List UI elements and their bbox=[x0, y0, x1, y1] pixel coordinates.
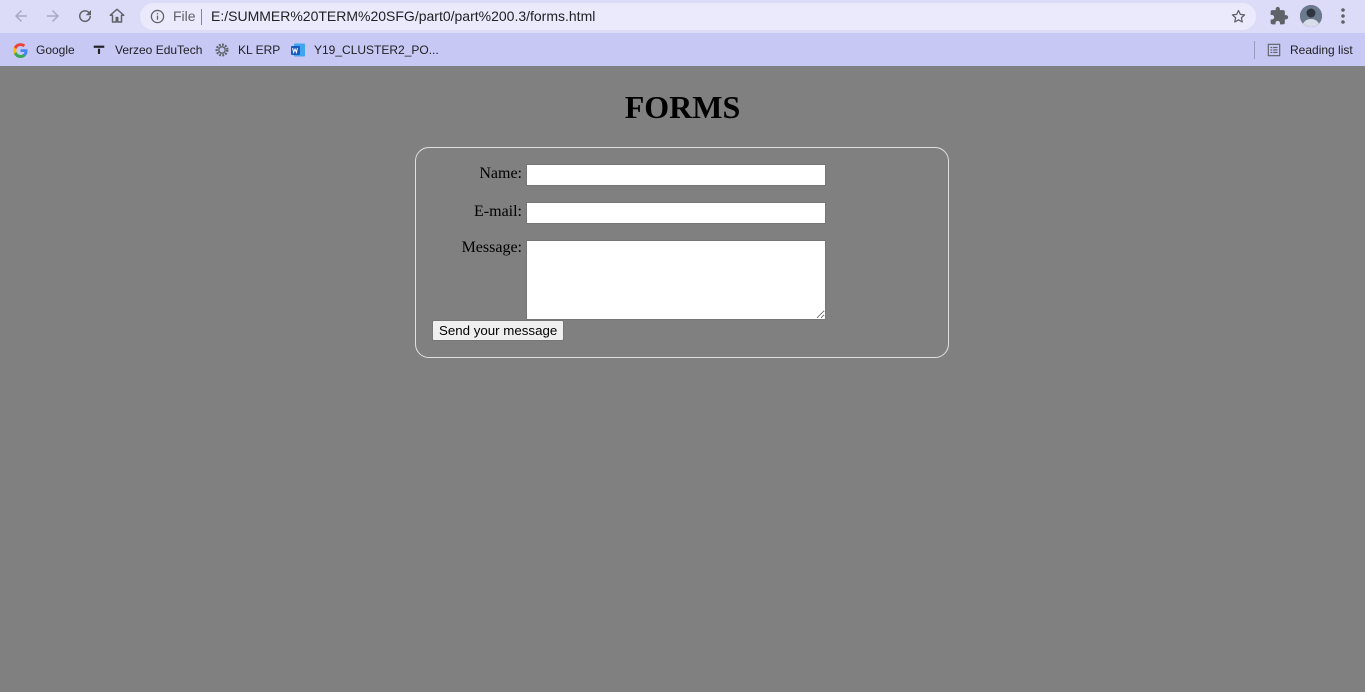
bookmark-google[interactable]: Google bbox=[12, 40, 75, 60]
back-button[interactable] bbox=[9, 4, 33, 28]
back-icon bbox=[15, 10, 27, 22]
more-menu-icon[interactable] bbox=[1335, 6, 1351, 26]
info-icon[interactable] bbox=[150, 9, 165, 24]
forward-button[interactable] bbox=[41, 4, 65, 28]
reading-list-label: Reading list bbox=[1290, 43, 1353, 57]
forward-icon bbox=[47, 10, 59, 22]
address-bar[interactable]: File E:/SUMMER%20TERM%20SFG/part0/part%2… bbox=[140, 3, 1256, 30]
bookmarks-divider bbox=[1254, 41, 1255, 59]
bookmark-label: Google bbox=[36, 43, 75, 57]
contact-form: Name: E-mail: Message: Send your message bbox=[415, 147, 949, 358]
verzeo-icon bbox=[91, 42, 107, 58]
star-icon[interactable] bbox=[1230, 8, 1247, 25]
reading-list-button[interactable]: Reading list bbox=[1266, 40, 1353, 60]
bookmark-label: Y19_CLUSTER2_PO... bbox=[314, 43, 439, 57]
omnibox-divider bbox=[201, 9, 202, 25]
browser-chrome: File E:/SUMMER%20TERM%20SFG/part0/part%2… bbox=[0, 0, 1365, 66]
bookmark-kl-erp[interactable]: KL ERP bbox=[214, 40, 280, 60]
home-icon bbox=[109, 8, 125, 23]
home-button[interactable] bbox=[105, 4, 129, 28]
browser-toolbar: File E:/SUMMER%20TERM%20SFG/part0/part%2… bbox=[0, 0, 1365, 33]
bookmarks-bar: Google Verzeo EduTech KL ERP Y19_CLUSTER… bbox=[0, 33, 1365, 66]
message-field[interactable] bbox=[526, 240, 826, 320]
message-label: Message: bbox=[461, 239, 522, 256]
reload-button[interactable] bbox=[73, 4, 97, 28]
bookmark-label: Verzeo EduTech bbox=[115, 43, 203, 57]
email-field[interactable] bbox=[526, 202, 826, 224]
google-icon bbox=[12, 42, 28, 58]
page-content: FORMS Name: E-mail: Message: Send your m… bbox=[0, 66, 1365, 692]
page-title: FORMS bbox=[624, 89, 741, 125]
url-text[interactable]: E:/SUMMER%20TERM%20SFG/part0/part%200.3/… bbox=[211, 8, 595, 24]
profile-avatar[interactable] bbox=[1300, 5, 1322, 27]
scheme-label: File bbox=[173, 8, 196, 24]
bookmark-verzeo[interactable]: Verzeo EduTech bbox=[91, 40, 202, 60]
bookmark-label: KL ERP bbox=[238, 43, 281, 57]
send-message-button[interactable]: Send your message bbox=[432, 320, 565, 341]
gear-icon bbox=[214, 42, 230, 58]
email-label: E-mail: bbox=[474, 203, 522, 220]
word-doc-icon bbox=[290, 42, 306, 58]
reload-icon bbox=[79, 10, 92, 23]
name-label: Name: bbox=[479, 165, 522, 182]
extensions-puzzle-icon[interactable] bbox=[1269, 6, 1289, 26]
name-field[interactable] bbox=[526, 164, 826, 186]
bookmark-cluster-doc[interactable]: Y19_CLUSTER2_PO... bbox=[290, 40, 439, 60]
avatar-photo-icon bbox=[1300, 5, 1322, 27]
reading-list-icon bbox=[1266, 42, 1282, 58]
